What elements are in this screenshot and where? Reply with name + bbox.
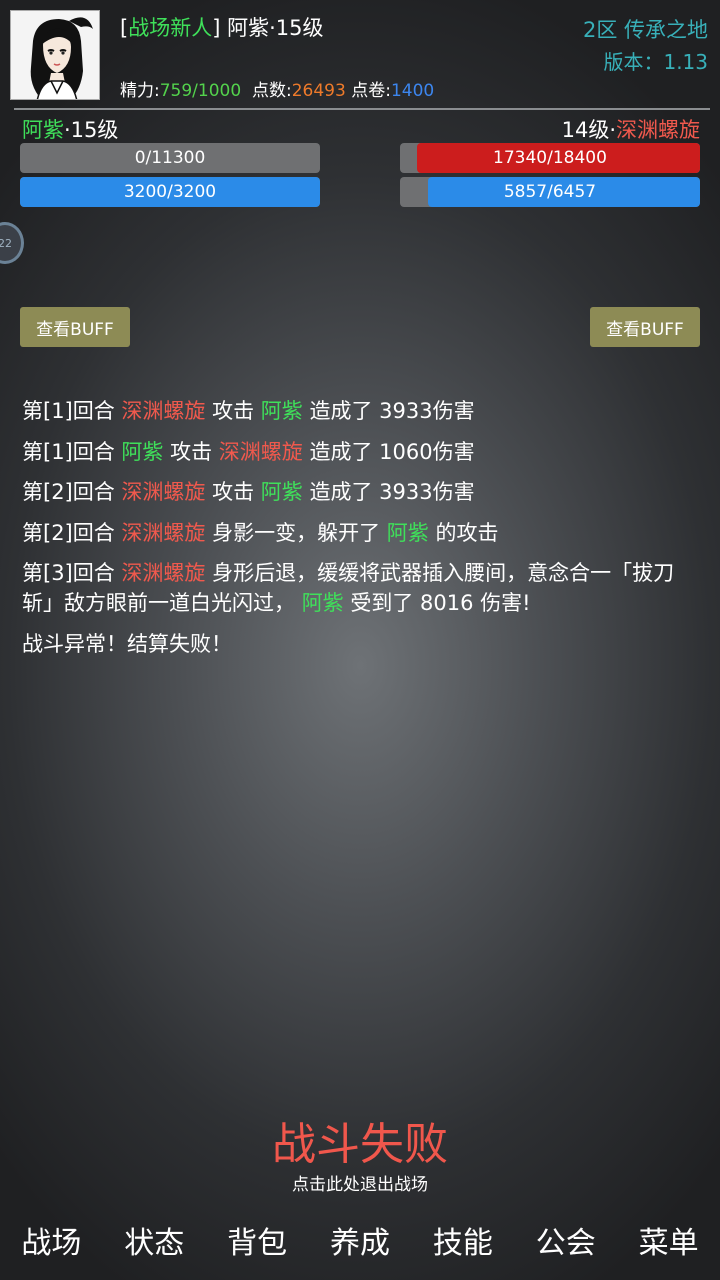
log-target: 阿紫 <box>260 480 303 504</box>
side-floating-bubble[interactable]: 22 <box>0 222 24 264</box>
view-buff-button-player[interactable]: 查看BUFF <box>20 307 130 347</box>
nav-item-battlefield[interactable]: 战场 <box>0 1210 103 1270</box>
bottom-nav: 战场 状态 背包 养成 技能 公会 菜单 <box>0 1210 720 1270</box>
enemy-hp-bar: 17340/18400 <box>400 143 700 173</box>
log-actor: 阿紫 <box>121 439 164 464</box>
resource-stats: 精力:759/1000 点数:26493 点卷:1400 <box>120 76 434 101</box>
log-actor: 深渊螺旋 <box>121 561 206 585</box>
player-name-level: 阿紫·15级 <box>22 114 118 144</box>
log-target: 深渊螺旋 <box>218 439 303 464</box>
log-round: 第[3]回合 <box>22 561 122 585</box>
nav-item-cultivate[interactable]: 养成 <box>309 1210 412 1270</box>
avatar-portrait-icon <box>11 11 99 99</box>
player-name: 阿紫 <box>22 118 64 142</box>
nav-item-menu[interactable]: 菜单 <box>617 1210 720 1270</box>
log-actor: 深渊螺旋 <box>121 480 206 504</box>
player-mp-text: 3200/3200 <box>123 182 217 202</box>
title-tag: 战场新人 <box>128 16 213 40</box>
player-hp-bar: 0/11300 <box>20 143 320 173</box>
log-line: 第[1]回合 阿紫 攻击 深渊螺旋 造成了 1060伤害 <box>22 437 702 467</box>
player-mp-bar: 3200/3200 <box>20 177 320 207</box>
log-result: 造成了 1060伤害 <box>302 439 475 464</box>
enemy-mp-bar: 5857/6457 <box>400 177 700 207</box>
title-name-level: ] 阿紫·15级 <box>212 16 324 40</box>
enemy-name-level: 14级·深渊螺旋 <box>562 114 700 144</box>
server-name: 2区 传承之地 <box>582 18 708 42</box>
nav-item-guild[interactable]: 公会 <box>514 1210 617 1270</box>
log-result: 受到了 8016 伤害! <box>343 591 531 615</box>
enemy-mp-text: 5857/6457 <box>503 182 597 202</box>
battle-log: 第[1]回合 深渊螺旋 攻击 阿紫 造成了 3933伤害 第[1]回合 阿紫 攻… <box>22 396 702 669</box>
enemy-hp-text: 17340/18400 <box>493 148 607 168</box>
energy-value: 759/1000 <box>159 81 242 101</box>
log-actor: 深渊螺旋 <box>121 520 206 545</box>
log-settlement-error: 战斗异常！结算失败！ <box>22 631 232 656</box>
log-line: 第[2]回合 深渊螺旋 攻击 阿紫 造成了 3933伤害 <box>22 477 702 507</box>
log-action: 攻击 <box>205 399 261 423</box>
view-buff-button-enemy[interactable]: 查看BUFF <box>590 307 700 347</box>
top-header: [战场新人] 阿紫·15级 精力:759/1000 点数:26493 点卷:14… <box>0 0 720 108</box>
nav-item-skills[interactable]: 技能 <box>411 1210 514 1270</box>
log-line: 第[3]回合 深渊螺旋 身形后退，缓缓将武器插入腰间，意念合一「拔刀斩」敌方眼前… <box>22 558 702 618</box>
version-label: 版本：1.13 <box>603 50 708 74</box>
log-target: 阿紫 <box>260 399 303 423</box>
log-action: 攻击 <box>205 480 261 504</box>
enemy-name: 深渊螺旋 <box>616 118 700 142</box>
log-actor: 深渊螺旋 <box>121 399 206 423</box>
log-action: 身影一变，躲开了 <box>205 520 387 545</box>
header-divider <box>14 108 710 110</box>
log-result: 造成了 3933伤害 <box>302 399 475 423</box>
character-avatar[interactable] <box>10 10 100 100</box>
energy-label: 精力: <box>120 81 160 101</box>
log-target: 阿紫 <box>301 591 344 615</box>
nav-item-backpack[interactable]: 背包 <box>206 1210 309 1270</box>
log-line: 第[2]回合 深渊螺旋 身影一变，躲开了 阿紫 的攻击 <box>22 518 702 548</box>
nav-item-status[interactable]: 状态 <box>103 1210 206 1270</box>
log-action: 攻击 <box>163 439 219 464</box>
player-title: [战场新人] 阿紫·15级 <box>120 12 323 42</box>
log-round: 第[2]回合 <box>22 520 122 545</box>
points-value: 26493 <box>291 81 346 101</box>
log-round: 第[2]回合 <box>22 480 122 504</box>
log-round: 第[1]回合 <box>22 399 122 423</box>
points-label: 点数: <box>252 81 292 101</box>
player-level: ·15级 <box>64 118 119 142</box>
log-result: 的攻击 <box>428 520 499 545</box>
vouchers-label: 点卷: <box>351 81 391 101</box>
log-line: 第[1]回合 深渊螺旋 攻击 阿紫 造成了 3933伤害 <box>22 396 702 426</box>
log-target: 阿紫 <box>386 520 429 545</box>
log-result: 造成了 3933伤害 <box>302 480 475 504</box>
enemy-level: 14级· <box>561 118 616 142</box>
exit-battle-hint[interactable]: 点击此处退出战场 <box>0 1170 720 1195</box>
title-bracket-open: [ <box>120 16 129 40</box>
battle-result-title[interactable]: 战斗失败 <box>0 1108 720 1172</box>
vouchers-value: 1400 <box>390 81 435 101</box>
player-hp-text: 0/11300 <box>134 148 206 168</box>
log-round: 第[1]回合 <box>22 439 122 464</box>
